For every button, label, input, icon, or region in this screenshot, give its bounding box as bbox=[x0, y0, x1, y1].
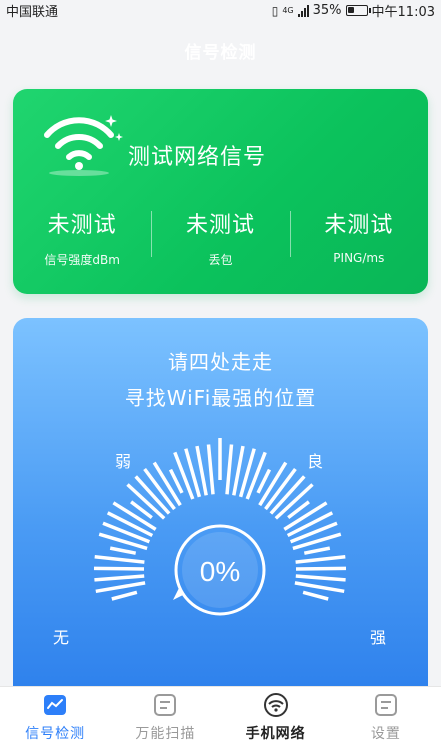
battery-icon bbox=[345, 5, 371, 16]
page-title: 信号检测 bbox=[184, 43, 257, 63]
gauge-tick bbox=[109, 546, 137, 555]
gauge-tick bbox=[94, 574, 145, 582]
gauge-pointer-icon bbox=[173, 588, 185, 600]
gauge-label-good: 良 bbox=[307, 452, 324, 471]
tab-label: 信号检测 bbox=[25, 726, 86, 742]
carrier-name: 中国联通 bbox=[6, 5, 59, 20]
gauge-tick bbox=[93, 566, 145, 571]
gauge-tick bbox=[294, 581, 345, 594]
signal-gauge: 0% bbox=[93, 438, 347, 616]
gauge-tick bbox=[206, 444, 215, 495]
gauge-tick bbox=[295, 574, 346, 582]
metric-value: 未测试 bbox=[47, 213, 117, 238]
battery-fill bbox=[347, 7, 354, 13]
gauge-label-weak: 弱 bbox=[115, 452, 132, 471]
wifi-icon bbox=[263, 693, 289, 717]
tab-signal-check[interactable]: 信号检测 bbox=[0, 687, 110, 743]
top-bar: 中国联通 ▯ 4G 35% 中午11:03 信号检测 bbox=[0, 0, 441, 74]
tab-mobile-network[interactable]: 手机网络 bbox=[221, 687, 331, 743]
battery-percent: 35% bbox=[312, 3, 342, 18]
gauge-tick bbox=[303, 546, 331, 555]
tab-label: 手机网络 bbox=[245, 726, 306, 742]
wifi-gauge-card: 请四处走走 寻找WiFi最强的位置 0% 无 弱 良 强 bbox=[13, 318, 428, 698]
gauge-tick bbox=[295, 555, 346, 564]
gauge-tick bbox=[302, 590, 329, 601]
scan-icon bbox=[152, 693, 178, 717]
gauge-label-strong: 强 bbox=[370, 628, 387, 647]
gauge-label-none: 无 bbox=[53, 628, 70, 647]
bottom-tab-bar: 信号检测 万能扫描 手机网络 设置 bbox=[0, 686, 441, 743]
status-right: ▯ 4G 35% 中午11:03 bbox=[272, 1, 435, 20]
gauge-tick bbox=[295, 566, 347, 571]
metric-label: PING/ms bbox=[333, 251, 385, 265]
gauge-percent: 0% bbox=[200, 556, 240, 587]
metric-value: 未测试 bbox=[185, 213, 255, 238]
gauge-tick bbox=[111, 590, 138, 601]
metric-label: 丢包 bbox=[208, 253, 233, 267]
metric-signal-strength: 未测试 信号强度dBm bbox=[13, 207, 151, 267]
gauge-tick bbox=[95, 581, 146, 594]
gauge-tick bbox=[225, 444, 234, 495]
signal-test-card[interactable]: 测试网络信号 未测试 信号强度dBm 未测试 丢包 未测试 PING/ms bbox=[13, 89, 428, 294]
vibrate-icon: ▯ bbox=[271, 3, 279, 18]
metrics-row: 未测试 信号强度dBm 未测试 丢包 未测试 PING/ms bbox=[13, 207, 428, 267]
metric-label: 信号强度dBm bbox=[44, 253, 120, 267]
tab-label: 设置 bbox=[370, 726, 401, 742]
chart-icon bbox=[42, 693, 68, 717]
metric-value: 未测试 bbox=[324, 213, 394, 238]
network-type: 4G bbox=[282, 5, 294, 15]
status-bar: 中国联通 ▯ 4G 35% 中午11:03 bbox=[0, 0, 441, 20]
metric-ping: 未测试 PING/ms bbox=[289, 207, 428, 267]
tab-label: 万能扫描 bbox=[135, 726, 196, 742]
gauge-tick bbox=[94, 555, 145, 564]
settings-icon bbox=[373, 693, 399, 717]
metric-packet-loss: 未测试 丢包 bbox=[151, 207, 289, 267]
signal-bars-icon bbox=[297, 4, 309, 17]
signal-card-title: 测试网络信号 bbox=[128, 145, 267, 170]
clock: 中午11:03 bbox=[371, 5, 435, 20]
tab-universal-scan[interactable]: 万能扫描 bbox=[110, 687, 220, 743]
tab-settings[interactable]: 设置 bbox=[331, 687, 441, 743]
wifi-icon bbox=[44, 115, 123, 176]
